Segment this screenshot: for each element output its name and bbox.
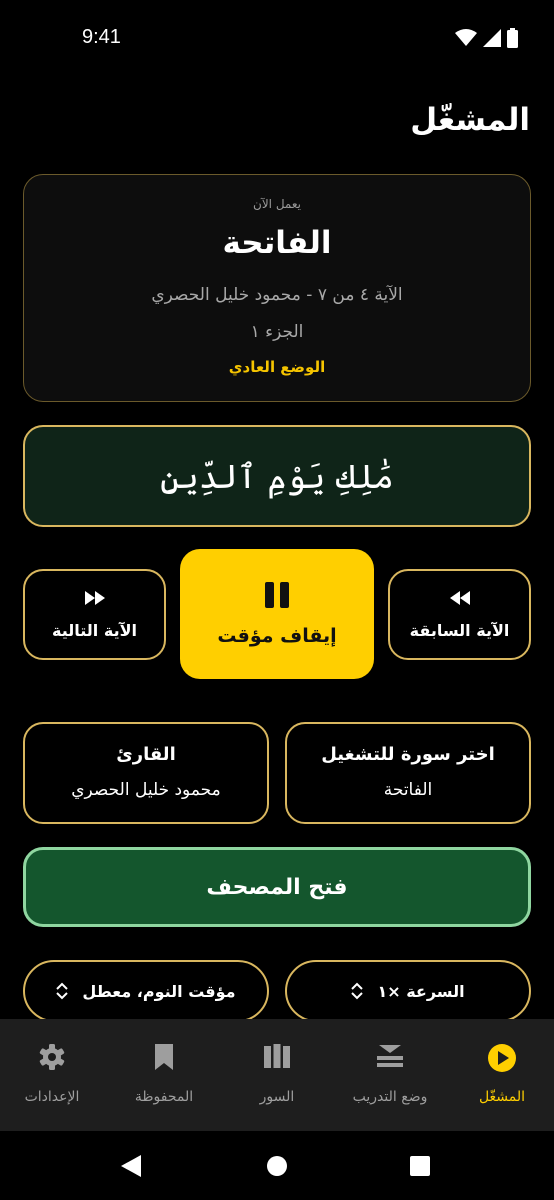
pause-label: إيقاف مؤقت <box>217 625 337 647</box>
now-playing-label: يعمل الآن <box>253 197 301 211</box>
previous-ayah-button[interactable]: الآية السابقة <box>388 569 531 660</box>
layers-icon <box>377 1045 403 1067</box>
battery-icon <box>507 28 518 48</box>
wifi-icon <box>455 29 477 46</box>
fast-forward-icon <box>84 591 105 605</box>
now-playing-card: يعمل الآن الفاتحة الآية ٤ من ٧ - محمود خ… <box>23 174 531 402</box>
nav-item-surahs[interactable]: السور <box>224 1019 330 1131</box>
now-playing-surah: الفاتحة <box>222 225 332 261</box>
nav-item-player[interactable]: المشغّل <box>450 1019 554 1131</box>
play-circle-icon <box>488 1044 516 1072</box>
status-time: 9:41 <box>82 26 121 48</box>
signal-icon <box>483 29 501 47</box>
reciter-selector[interactable]: القارئ محمود خليل الحصري <box>23 722 269 824</box>
open-mushaf-button[interactable]: فتح المصحف <box>23 847 531 927</box>
nav-label-settings: الإعدادات <box>24 1089 80 1105</box>
bottom-nav: الإعدادات المحفوظة السور وضع التدريب الم… <box>0 1019 554 1131</box>
pause-icon <box>265 582 289 608</box>
nav-item-training[interactable]: وضع التدريب <box>330 1019 450 1131</box>
sleep-timer-label: مؤقت النوم، معطل <box>82 981 236 1001</box>
bookmark-icon <box>155 1044 173 1070</box>
back-icon[interactable] <box>120 1154 142 1178</box>
system-nav-bar <box>0 1131 554 1200</box>
nav-label-training: وضع التدريب <box>352 1089 428 1105</box>
verse-display: مَٰلِكِ يَوْمِ ٱلدِّينِ <box>23 425 531 527</box>
nav-item-saved[interactable]: المحفوظة <box>104 1019 224 1131</box>
open-mushaf-label: فتح المصحف <box>206 874 348 900</box>
surah-selector-value: الفاتحة <box>383 780 433 800</box>
nav-label-saved: المحفوظة <box>134 1089 194 1105</box>
sleep-timer-button[interactable]: مؤقت النوم، معطل <box>23 960 269 1022</box>
status-bar: 9:41 <box>0 0 554 80</box>
nav-label-player: المشغّل <box>478 1089 526 1105</box>
page-title: المشغّل <box>410 102 530 138</box>
nav-label-surahs: السور <box>259 1089 295 1105</box>
home-icon[interactable] <box>266 1155 288 1177</box>
next-ayah-label: الآية التالية <box>52 621 137 640</box>
now-playing-meta: الآية ٤ من ٧ - محمود خليل الحصري <box>151 285 403 305</box>
speed-label: السرعة ×١ <box>377 981 465 1001</box>
reciter-title: القارئ <box>116 744 176 765</box>
rewind-icon <box>449 591 470 605</box>
surah-selector[interactable]: اختر سورة للتشغيل الفاتحة <box>285 722 531 824</box>
gear-icon <box>39 1044 65 1070</box>
next-ayah-button[interactable]: الآية التالية <box>23 569 166 660</box>
pause-button[interactable]: إيقاف مؤقت <box>180 549 374 679</box>
surah-selector-title: اختر سورة للتشغيل <box>321 744 495 765</box>
chevron-up-down-icon <box>351 982 364 1000</box>
chevron-up-down-icon <box>56 982 69 1000</box>
now-playing-juz: الجزء ١ <box>250 322 304 342</box>
library-icon <box>264 1044 290 1068</box>
nav-item-settings[interactable]: الإعدادات <box>0 1019 104 1131</box>
status-icons <box>455 28 518 48</box>
recents-icon[interactable] <box>410 1156 430 1176</box>
verse-text: مَٰلِكِ يَوْمِ ٱلدِّينِ <box>160 456 394 496</box>
reciter-value: محمود خليل الحصري <box>71 780 221 800</box>
now-playing-mode: الوضع العادي <box>228 358 326 376</box>
speed-button[interactable]: السرعة ×١ <box>285 960 531 1022</box>
previous-ayah-label: الآية السابقة <box>409 621 510 640</box>
